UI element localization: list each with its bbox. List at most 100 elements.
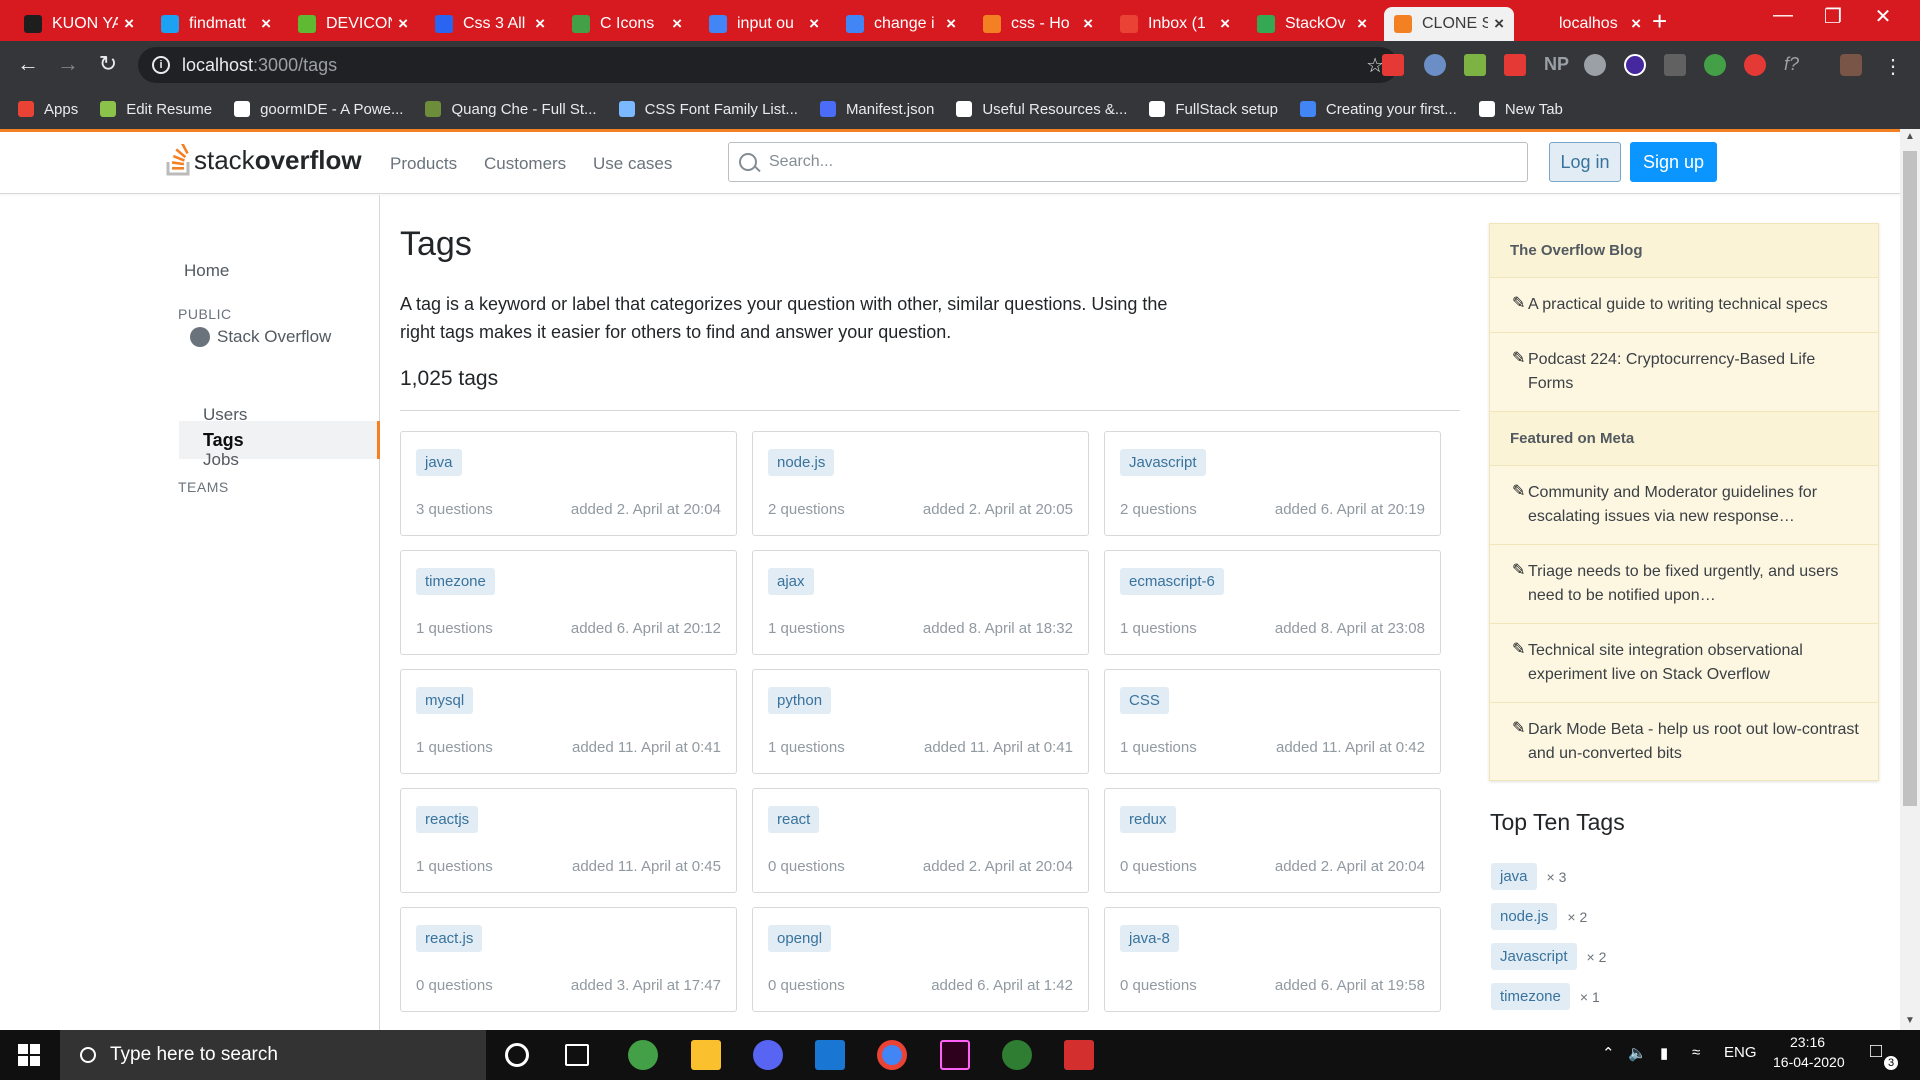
meta-item[interactable]: ✎ Community and Moderator guidelines for … — [1490, 466, 1878, 545]
extension-mail-icon[interactable] — [1464, 54, 1486, 76]
tab-close-icon[interactable]: × — [1220, 14, 1230, 34]
tag-chip[interactable]: ajax — [768, 568, 814, 595]
bookmark-item[interactable]: Edit Resume — [100, 101, 212, 118]
adobe-xd-icon[interactable] — [940, 1040, 970, 1070]
site-logo[interactable]: stack overflow — [166, 144, 362, 176]
tab-9[interactable]: StackOv × — [1247, 7, 1377, 41]
bookmark-item[interactable]: Apps — [18, 101, 78, 118]
meta-item[interactable]: ✎ Dark Mode Beta - help us root out low-c… — [1490, 703, 1878, 781]
tab-8[interactable]: Inbox (1 × — [1110, 7, 1240, 41]
app-globe-icon[interactable] — [1002, 1040, 1032, 1070]
nav-products[interactable]: Products — [390, 154, 457, 174]
cortana-icon[interactable] — [505, 1043, 529, 1067]
bookmark-item[interactable]: FullStack setup — [1149, 101, 1278, 118]
bookmark-item[interactable]: Manifest.json — [819, 101, 934, 118]
tag-chip[interactable]: react.js — [416, 925, 483, 952]
extension-hex-icon[interactable] — [1624, 54, 1646, 76]
extension-gift-icon[interactable] — [1504, 54, 1526, 76]
webstorm-icon[interactable] — [815, 1040, 845, 1070]
tab-1[interactable]: findmatt × — [151, 7, 281, 41]
new-tab-button[interactable]: + — [1652, 6, 1667, 37]
tab-close-icon[interactable]: × — [1631, 14, 1641, 34]
nav-use-cases[interactable]: Use cases — [593, 154, 672, 174]
tag-chip[interactable]: react — [768, 806, 820, 833]
tag-chip[interactable]: python — [768, 687, 832, 714]
minimize-button[interactable]: — — [1760, 4, 1806, 27]
extension-np-icon[interactable]: NP — [1544, 54, 1569, 76]
tab-3[interactable]: Css 3 All × — [425, 7, 555, 41]
tag-chip[interactable]: CSS — [1120, 687, 1169, 714]
tab-close-icon[interactable]: × — [535, 14, 545, 34]
tab-close-icon[interactable]: × — [809, 14, 819, 34]
tab-0[interactable]: KUON YA × — [14, 7, 144, 41]
tab-4[interactable]: C Icons × — [562, 7, 692, 41]
bookmark-item[interactable]: goormIDE - A Powe... — [234, 101, 403, 118]
sidebar-item-jobs[interactable]: Jobs — [203, 450, 239, 470]
tab-close-icon[interactable]: × — [398, 14, 408, 34]
tag-chip[interactable]: node.js — [768, 449, 835, 476]
tag-chip[interactable]: Javascript — [1120, 449, 1206, 476]
wifi-icon[interactable]: ≈ — [1692, 1044, 1700, 1061]
volume-icon[interactable]: 🔈 — [1628, 1044, 1647, 1062]
extension-ring-icon[interactable] — [1424, 54, 1446, 76]
tag-chip[interactable]: java-8 — [1120, 925, 1179, 952]
tab-close-icon[interactable]: × — [261, 14, 271, 34]
windows-start-icon[interactable] — [18, 1044, 40, 1066]
bookmark-item[interactable]: Quang Che - Full St... — [425, 101, 597, 118]
scroll-up-icon[interactable]: ▲ — [1905, 131, 1915, 142]
tag-chip[interactable]: java — [1491, 863, 1537, 890]
extension-bug-icon[interactable] — [1584, 54, 1606, 76]
notification-icon[interactable]: □ — [1870, 1040, 1882, 1063]
close-window-button[interactable]: ✕ — [1860, 4, 1906, 29]
url-bar[interactable]: i localhost:3000/tags ☆ — [138, 47, 1398, 83]
scrollbar-thumb[interactable] — [1903, 151, 1917, 806]
tab-10[interactable]: CLONE S × — [1384, 7, 1514, 41]
signup-button[interactable]: Sign up — [1630, 142, 1717, 182]
tab-7[interactable]: css - Ho × — [973, 7, 1103, 41]
app-red-icon[interactable] — [1064, 1040, 1094, 1070]
tag-chip[interactable]: timezone — [416, 568, 495, 595]
tag-chip[interactable]: timezone — [1491, 983, 1570, 1010]
tag-chip[interactable]: node.js — [1491, 903, 1558, 930]
tag-chip[interactable]: redux — [1120, 806, 1176, 833]
reload-icon[interactable]: ↻ — [94, 51, 122, 77]
tab-close-icon[interactable]: × — [946, 14, 956, 34]
back-icon[interactable]: ← — [14, 51, 42, 77]
bookmark-item[interactable]: Useful Resources &... — [956, 101, 1127, 118]
meta-item[interactable]: ✎ Technical site integration observationa… — [1490, 624, 1878, 703]
scroll-down-icon[interactable]: ▼ — [1905, 1015, 1915, 1026]
tag-chip[interactable]: Javascript — [1491, 943, 1577, 970]
bookmark-item[interactable]: Creating your first... — [1299, 101, 1457, 118]
search-input[interactable]: Search... — [728, 142, 1528, 182]
extension-swirl-icon[interactable] — [1744, 54, 1766, 76]
tab-close-icon[interactable]: × — [1357, 14, 1367, 34]
blog-item[interactable]: ✎ A practical guide to writing technical … — [1490, 278, 1878, 333]
tab-close-icon[interactable]: × — [672, 14, 682, 34]
tag-chip[interactable]: reactjs — [416, 806, 479, 833]
extension-help-icon[interactable] — [1664, 54, 1686, 76]
menu-kebab-icon[interactable]: ⋮ — [1882, 54, 1904, 78]
sidebar-item-home[interactable]: Home — [184, 261, 229, 281]
language-indicator[interactable]: ENG — [1724, 1044, 1757, 1061]
sidebar-item-users[interactable]: Users — [203, 405, 247, 425]
clock-date[interactable]: 16-04-2020 — [1773, 1054, 1845, 1070]
extension-function-icon[interactable]: f? — [1784, 54, 1806, 76]
taskbar-search-input[interactable]: Type here to search — [60, 1030, 486, 1080]
tab-6[interactable]: change i × — [836, 7, 966, 41]
discord-icon[interactable] — [753, 1040, 783, 1070]
login-button[interactable]: Log in — [1549, 142, 1621, 182]
extension-new-icon[interactable] — [1382, 54, 1404, 76]
chrome-icon[interactable] — [877, 1040, 907, 1070]
tab-close-icon[interactable]: × — [124, 14, 134, 34]
tab-2[interactable]: DEVICON × — [288, 7, 418, 41]
tab-close-icon[interactable]: × — [1083, 14, 1093, 34]
profile-avatar[interactable] — [1840, 54, 1862, 76]
task-view-icon[interactable] — [565, 1044, 589, 1066]
battery-icon[interactable]: ▮ — [1660, 1044, 1668, 1062]
site-info-icon[interactable]: i — [152, 56, 170, 74]
tab-5[interactable]: input ou × — [699, 7, 829, 41]
tag-chip[interactable]: java — [416, 449, 462, 476]
bookmark-item[interactable]: CSS Font Family List... — [618, 101, 798, 118]
nav-customers[interactable]: Customers — [484, 154, 566, 174]
utorrent-icon[interactable] — [628, 1040, 658, 1070]
